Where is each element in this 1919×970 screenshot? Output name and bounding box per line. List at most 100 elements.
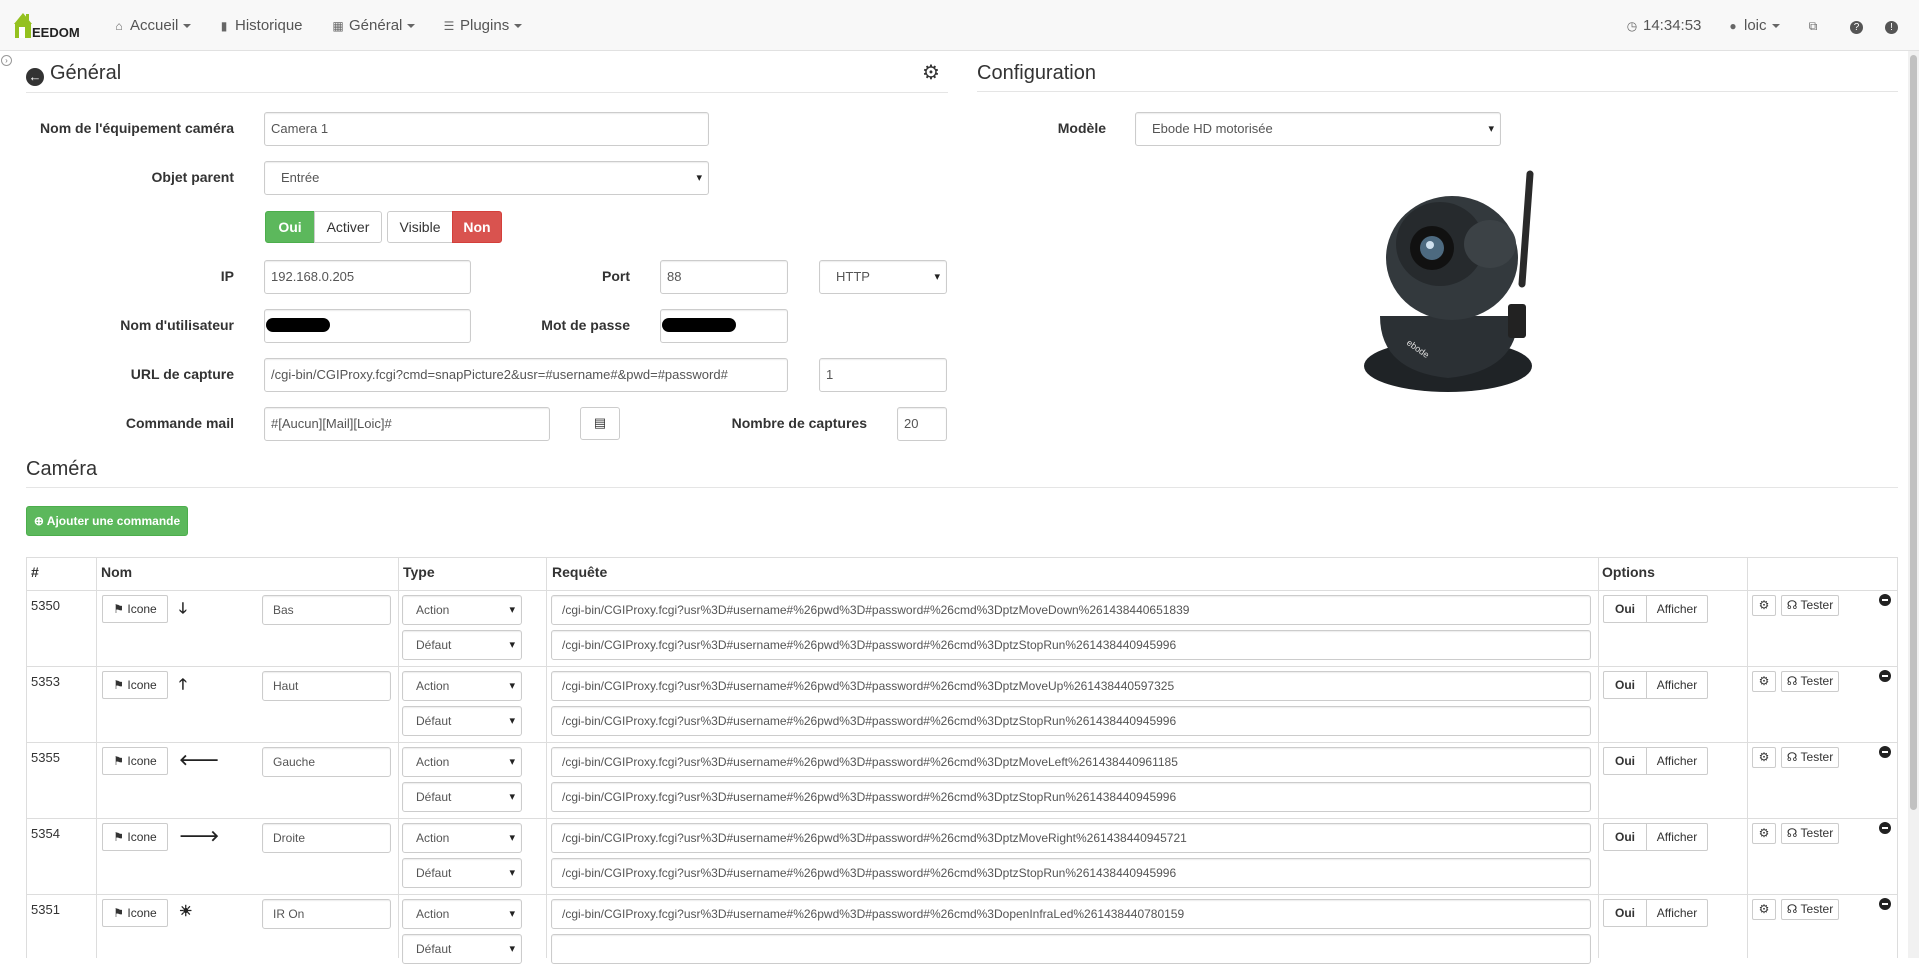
remove-command-icon[interactable]: [1879, 746, 1891, 758]
command-oui-button[interactable]: Oui: [1603, 823, 1647, 851]
nav-accueil[interactable]: ⌂ Accueil: [112, 0, 192, 51]
command-name-input[interactable]: Gauche: [262, 747, 391, 777]
home-icon: ⌂: [115, 19, 123, 33]
caret-down-icon: [407, 24, 416, 29]
command-stop-request-input[interactable]: /cgi-bin/CGIProxy.fcgi?usr%3D#username#%…: [551, 858, 1591, 888]
remove-command-icon[interactable]: [1879, 670, 1891, 682]
icon-choose-button[interactable]: ⚑ Icone: [102, 747, 168, 775]
capture-count-input[interactable]: 20: [897, 407, 947, 441]
ip-input[interactable]: 192.168.0.205: [264, 260, 471, 294]
command-stop-request-input[interactable]: /cgi-bin/CGIProxy.fcgi?usr%3D#username#%…: [551, 630, 1591, 660]
rss-icon: ☊: [1786, 598, 1798, 612]
command-stop-request-input[interactable]: /cgi-bin/CGIProxy.fcgi?usr%3D#username#%…: [551, 706, 1591, 736]
command-name-input[interactable]: Haut: [262, 671, 391, 701]
icon-choose-button[interactable]: ⚑ Icone: [102, 595, 168, 623]
command-type-select[interactable]: Action: [402, 899, 522, 929]
nav-general[interactable]: ▦ Général: [331, 0, 416, 51]
command-subtype-select[interactable]: Défaut: [402, 706, 522, 736]
label-equipment-name: Nom de l'équipement caméra: [40, 120, 234, 136]
command-test-button[interactable]: ☊ Tester: [1781, 899, 1839, 920]
sitemap-icon: ⧉: [1808, 19, 1818, 33]
command-icon: ☀: [179, 903, 193, 920]
clock-icon: ◷: [1626, 19, 1638, 33]
command-afficher-button[interactable]: Afficher: [1646, 671, 1708, 699]
mail-command-input[interactable]: #[Aucun][Mail][Loic]#: [264, 407, 550, 441]
icon-choose-button[interactable]: ⚑ Icone: [102, 899, 168, 927]
nav-plugins[interactable]: ☰ Plugins: [442, 0, 523, 51]
nav-plugins-label: Plugins: [460, 17, 510, 34]
jeedom-logo[interactable]: EEDOM: [12, 8, 88, 44]
command-oui-button[interactable]: Oui: [1603, 899, 1647, 927]
caret-down-icon: [514, 24, 523, 29]
activer-button[interactable]: Activer: [314, 211, 382, 243]
icon-choose-button[interactable]: ⚑ Icone: [102, 671, 168, 699]
command-type-select[interactable]: Action: [402, 823, 522, 853]
flag-icon: ⚑: [113, 830, 125, 844]
command-oui-button[interactable]: Oui: [1603, 747, 1647, 775]
flag-icon: ⚑: [113, 602, 125, 616]
command-oui-button[interactable]: Oui: [1603, 671, 1647, 699]
command-type-select[interactable]: Action: [402, 595, 522, 625]
gears-icon: ⚙: [1758, 826, 1770, 840]
back-arrow-icon[interactable]: ←: [26, 68, 44, 86]
command-stop-request-input[interactable]: [551, 934, 1591, 964]
command-test-button[interactable]: ☊ Tester: [1781, 823, 1839, 844]
command-afficher-button[interactable]: Afficher: [1646, 899, 1708, 927]
equipment-name-input[interactable]: Camera 1: [264, 112, 709, 146]
command-request-input[interactable]: /cgi-bin/CGIProxy.fcgi?usr%3D#username#%…: [551, 823, 1591, 853]
page-scrollbar-thumb[interactable]: [1910, 55, 1917, 810]
question-icon: ?: [1850, 21, 1863, 34]
command-config-button[interactable]: ⚙: [1752, 823, 1776, 844]
capture-url-extra-input[interactable]: 1: [819, 358, 947, 392]
icon-choose-button[interactable]: ⚑ Icone: [102, 823, 168, 851]
user-menu[interactable]: ● loic: [1726, 0, 1780, 51]
command-type-select[interactable]: Action: [402, 671, 522, 701]
label-username: Nom d'utilisateur: [120, 317, 234, 333]
command-test-button[interactable]: ☊ Tester: [1781, 595, 1839, 616]
remove-command-icon[interactable]: [1879, 898, 1891, 910]
command-config-button[interactable]: ⚙: [1752, 899, 1776, 920]
command-afficher-button[interactable]: Afficher: [1646, 747, 1708, 775]
enable-oui-button[interactable]: Oui: [265, 211, 315, 243]
capture-url-input[interactable]: /cgi-bin/CGIProxy.fcgi?cmd=snapPicture2&…: [264, 358, 788, 392]
alert-button[interactable]: !: [1885, 0, 1902, 51]
command-icon: 🡓: [179, 600, 187, 617]
mail-command-list-button[interactable]: ▤: [580, 407, 620, 440]
command-request-input[interactable]: /cgi-bin/CGIProxy.fcgi?usr%3D#username#%…: [551, 595, 1591, 625]
help-button[interactable]: ?: [1850, 0, 1867, 51]
command-stop-request-input[interactable]: /cgi-bin/CGIProxy.fcgi?usr%3D#username#%…: [551, 782, 1591, 812]
command-type-select[interactable]: Action: [402, 747, 522, 777]
command-config-button[interactable]: ⚙: [1752, 671, 1776, 692]
protocol-select[interactable]: HTTP: [819, 260, 947, 294]
sidebar-toggle-icon[interactable]: ›: [1, 55, 12, 66]
command-subtype-select[interactable]: Défaut: [402, 934, 522, 964]
visible-non-button[interactable]: Non: [452, 211, 502, 243]
parent-object-select[interactable]: Entrée: [264, 161, 709, 195]
command-config-button[interactable]: ⚙: [1752, 747, 1776, 768]
command-request-input[interactable]: /cgi-bin/CGIProxy.fcgi?usr%3D#username#%…: [551, 747, 1591, 777]
visible-button[interactable]: Visible: [387, 211, 453, 243]
command-request-input[interactable]: /cgi-bin/CGIProxy.fcgi?usr%3D#username#%…: [551, 671, 1591, 701]
label-parent-object: Objet parent: [151, 169, 234, 185]
command-oui-button[interactable]: Oui: [1603, 595, 1647, 623]
command-afficher-button[interactable]: Afficher: [1646, 823, 1708, 851]
nav-historique[interactable]: ▮ Historique: [217, 0, 303, 51]
command-subtype-select[interactable]: Défaut: [402, 858, 522, 888]
port-input[interactable]: 88: [660, 260, 788, 294]
command-subtype-select[interactable]: Défaut: [402, 782, 522, 812]
command-name-input[interactable]: IR On: [262, 899, 391, 929]
command-subtype-select[interactable]: Défaut: [402, 630, 522, 660]
model-select[interactable]: Ebode HD motorisée: [1135, 112, 1501, 146]
command-afficher-button[interactable]: Afficher: [1646, 595, 1708, 623]
gears-icon[interactable]: ⚙: [922, 60, 940, 85]
add-command-button[interactable]: ⊕ Ajouter une commande: [26, 506, 188, 536]
network-button[interactable]: ⧉: [1806, 0, 1824, 51]
command-name-input[interactable]: Droite: [262, 823, 391, 853]
remove-command-icon[interactable]: [1879, 594, 1891, 606]
command-test-button[interactable]: ☊ Tester: [1781, 747, 1839, 768]
command-request-input[interactable]: /cgi-bin/CGIProxy.fcgi?usr%3D#username#%…: [551, 899, 1591, 929]
command-config-button[interactable]: ⚙: [1752, 595, 1776, 616]
command-name-input[interactable]: Bas: [262, 595, 391, 625]
command-test-button[interactable]: ☊ Tester: [1781, 671, 1839, 692]
remove-command-icon[interactable]: [1879, 822, 1891, 834]
